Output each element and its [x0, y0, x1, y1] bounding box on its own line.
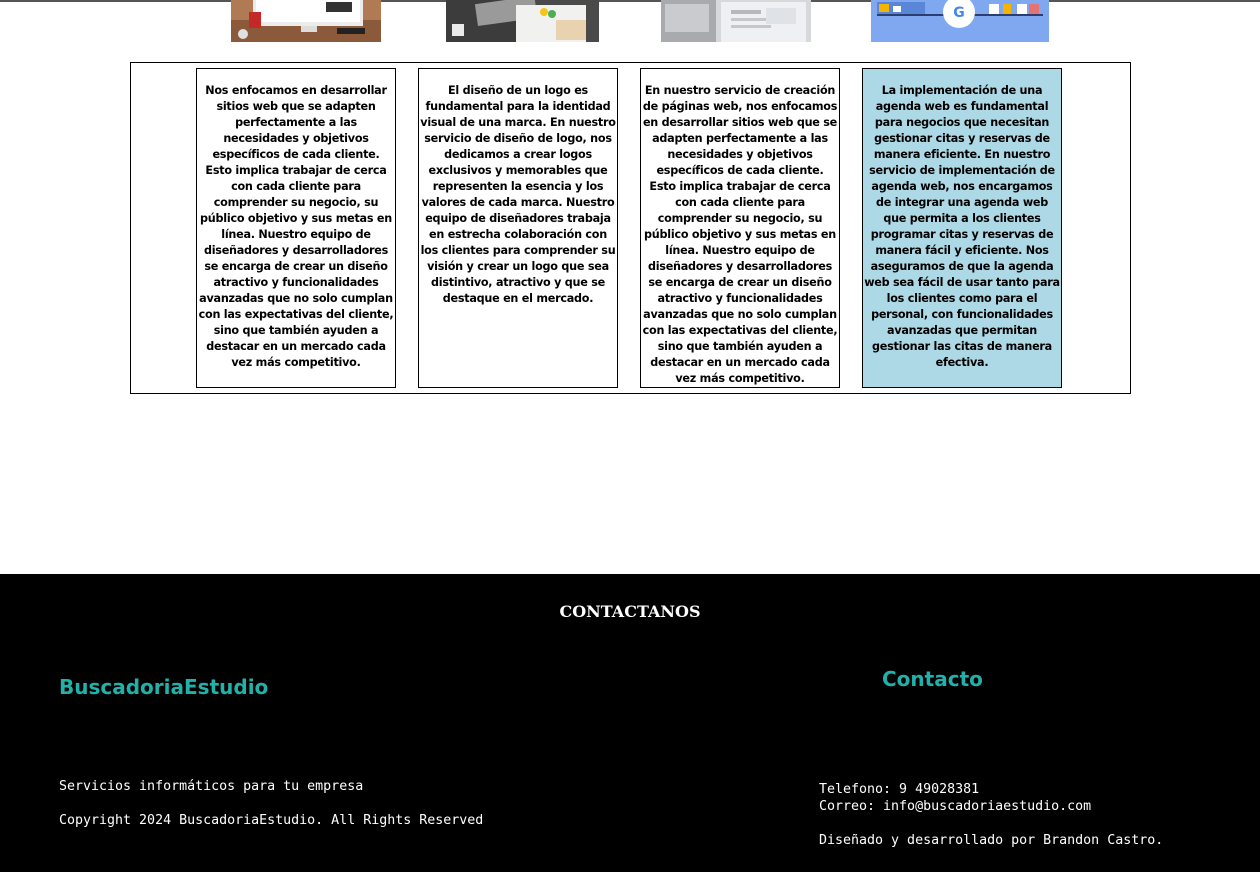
web-design-image	[231, 0, 381, 42]
service-card-web-agenda[interactable]: La implementación de una agenda web es f…	[862, 68, 1062, 388]
brand-name[interactable]: BuscadoriaEstudio	[59, 675, 268, 699]
designer-credit: Diseñado y desarrollado por Brandon Cast…	[819, 833, 1164, 848]
top-border	[0, 0, 1260, 2]
svg-text:G: G	[953, 5, 965, 21]
service-card-web-development: Nos enfocamos en desarrollar sitios web …	[196, 68, 396, 388]
footer: CONTACTANOS BuscadoriaEstudio Contacto S…	[0, 574, 1260, 872]
copyright: Copyright 2024 BuscadoriaEstudio. All Ri…	[59, 813, 484, 828]
service-card-web-pages: En nuestro servicio de creación de págin…	[640, 68, 840, 388]
web-agenda-image: G	[871, 0, 1049, 42]
tagline: Servicios informáticos para tu empresa	[59, 779, 364, 794]
service-card-logo-design: El diseño de un logo es fundamental para…	[418, 68, 618, 388]
email-address[interactable]: Correo: info@buscadoriaestudio.com	[819, 799, 1091, 814]
logo-design-image	[446, 0, 599, 42]
contact-title: Contacto	[882, 667, 983, 691]
contact-heading: CONTACTANOS	[559, 602, 701, 621]
phone-number[interactable]: Telefono: 9 49028381	[819, 782, 979, 797]
web-pages-image	[661, 0, 811, 42]
